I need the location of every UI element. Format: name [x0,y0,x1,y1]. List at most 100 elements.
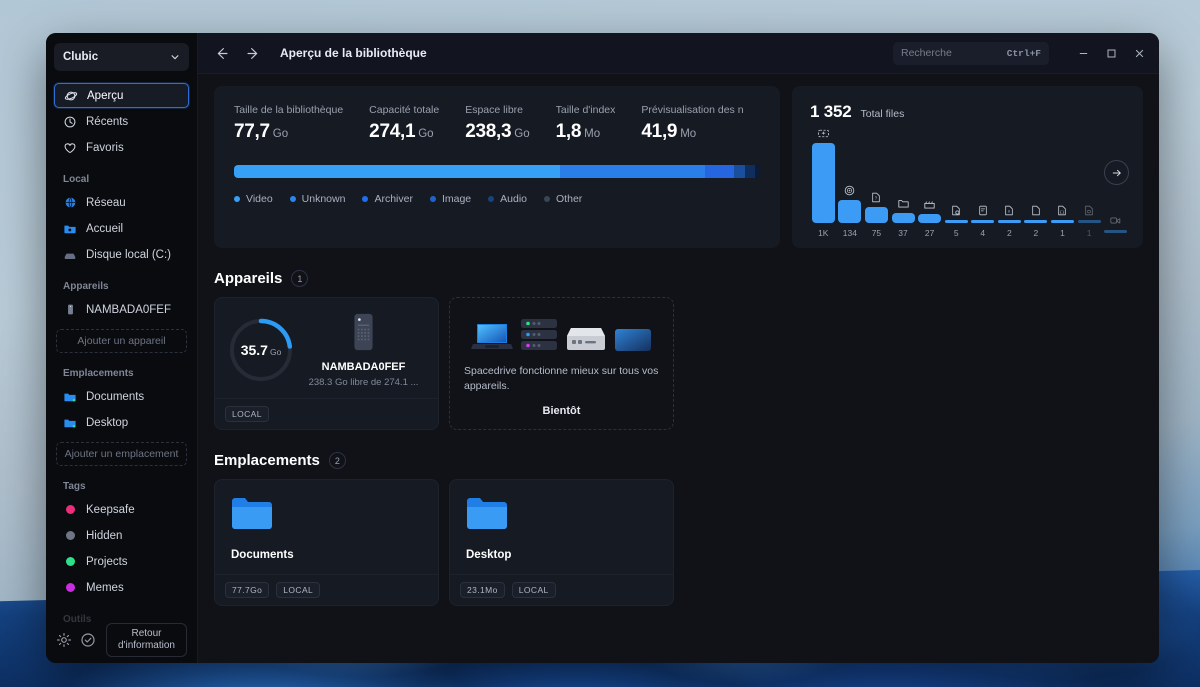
globe-icon [63,196,77,210]
sidebar-item-tag-memes[interactable]: Memes [54,575,189,600]
locations-title: Emplacements [214,452,320,470]
sidebar-item-reseau[interactable]: Réseau [54,190,189,215]
legend-item-audio[interactable]: Audio [488,193,527,205]
back-button[interactable] [210,42,232,64]
location-card-documents[interactable]: Documents 77.7Go LOCAL [214,479,439,607]
file-kind-column[interactable]: 2 [996,201,1023,238]
minimize-button[interactable] [1069,39,1097,67]
usage-segment-unknown [560,165,705,178]
sidebar-item-label: Hidden [86,529,123,542]
sidebar-item-label: Keepsafe [86,503,135,516]
file-kind-column[interactable]: 27 [916,195,943,238]
sidebar-item-nambada[interactable]: NAMBADA0FEF [54,297,189,322]
document-icon [977,201,989,217]
file-kind-bar [864,207,888,223]
legend-dot-icon [234,196,240,202]
mac-studio-icon [567,328,605,350]
file-kinds-next-button[interactable] [1104,160,1129,185]
chevron-down-icon [171,55,179,60]
config-file-icon [950,201,962,217]
library-selector[interactable]: Clubic [54,43,189,71]
file-kind-column[interactable]: 134 [837,181,864,238]
folder-icon [63,390,77,404]
location-card-desktop[interactable]: Desktop 23.1Mo LOCAL [449,479,674,607]
file-kind-column[interactable]: 2 [1023,201,1050,238]
search-placeholder: Recherche [901,47,952,59]
feedback-label-line1: Retour [131,628,162,639]
file-kind-column[interactable]: 1K [810,124,837,238]
search-input[interactable]: Recherche Ctrl+F [893,41,1049,65]
stat-free-space: Espace libre 238,3 Go [465,104,555,143]
legend-item-archiver[interactable]: Archiver [362,193,413,205]
forward-button[interactable] [242,42,264,64]
sidebar-item-label: Favoris [86,141,124,154]
add-device-button[interactable]: Ajouter un appareil [56,329,187,353]
legend-item-unknown[interactable]: Unknown [289,193,346,205]
stat-value: 274,1 [369,121,416,142]
file-kind-column[interactable]: 1 [1076,201,1103,238]
legend-dot-icon [362,196,369,202]
window-controls [1069,39,1153,67]
stat-unit: Go [514,128,530,140]
file-kind-bar [918,214,942,223]
file-kind-count-label: 37 [898,228,908,238]
location-name: Documents [231,549,294,562]
gear-icon[interactable] [56,632,72,648]
tag-dot-icon [63,503,77,517]
spacedrive-window: Clubic Aperçu Récents Favoris Local Rése… [46,33,1159,663]
file-kind-bar [944,219,968,223]
feedback-button[interactable]: Retour d'information [106,623,187,657]
tag-dot-icon [63,581,77,595]
file-kind-bar [1050,219,1074,223]
tablet-icon [615,329,651,351]
sidebar-item-accueil[interactable]: Accueil [54,216,189,241]
file-kind-column[interactable]: ? 75 [863,188,890,238]
folder-icon [232,498,272,530]
device-subtitle: 238.3 Go libre de 274.1 ... [308,376,419,388]
sidebar-item-label: Desktop [86,416,129,429]
sidebar-item-tag-hidden[interactable]: Hidden [54,523,189,548]
planet-icon [64,89,78,103]
device-icon [63,303,77,317]
legend-label: Unknown [301,193,346,205]
sidebar-item-disque-local[interactable]: Disque local (C:) [54,242,189,267]
sidebar-section-tags-label: Tags [63,481,86,492]
stat-unit: Mo [680,128,697,140]
file-kind-column[interactable]: 4 [969,201,996,238]
stat-unit: Go [418,128,434,140]
usage-segment-archiver [704,165,735,178]
sidebar-item-apercu[interactable]: Aperçu [54,83,189,108]
feedback-label-line2: d'information [118,640,175,651]
file-kind-column[interactable] [1102,211,1129,239]
maximize-button[interactable] [1097,39,1125,67]
legend-dot-icon [289,196,296,202]
sidebar-item-desktop[interactable]: Desktop [54,410,189,435]
file-kind-column[interactable]: 37 [890,194,917,238]
sidebar-item-favoris[interactable]: Favoris [54,135,189,160]
stat-label: Espace libre [465,104,523,116]
close-button[interactable] [1125,39,1153,67]
sidebar-item-tag-keepsafe[interactable]: Keepsafe [54,497,189,522]
legend-item-image[interactable]: Image [429,193,471,205]
usage-segment-other [754,165,760,178]
file-kind-column[interactable]: 5 [943,201,970,238]
file-kind-bar [1104,229,1128,233]
device-card[interactable]: 35.7 Go NAMBADA0FEF 238.3 Go libre de 27… [214,297,439,431]
legend-item-other[interactable]: Other [544,193,582,205]
file-kinds-header: 1 352 Total files [810,102,1129,122]
page-title: Aperçu de la bibliothèque [280,46,427,60]
sidebar-item-recents[interactable]: Récents [54,109,189,134]
add-location-button[interactable]: Ajouter un emplacement [56,442,187,466]
keyfile-icon [1003,201,1015,217]
promo-device-images [471,312,652,352]
legend-item-video[interactable]: Video [234,193,273,205]
file-kind-column[interactable]: {} 1 [1049,201,1076,238]
sidebar-footer: Retour d'information [46,617,197,663]
legend-dot-icon [429,196,436,202]
check-circle-icon[interactable] [80,632,96,648]
sidebar-item-documents[interactable]: Documents [54,384,189,409]
device-tower-icon [351,313,376,355]
tag-dot-icon [63,555,77,569]
sidebar-item-tag-projects[interactable]: Projects [54,549,189,574]
file-kinds-card: 1 352 Total files 1K 134? 75 37 27 5 4 2 2 {} 1 1 [792,86,1143,248]
